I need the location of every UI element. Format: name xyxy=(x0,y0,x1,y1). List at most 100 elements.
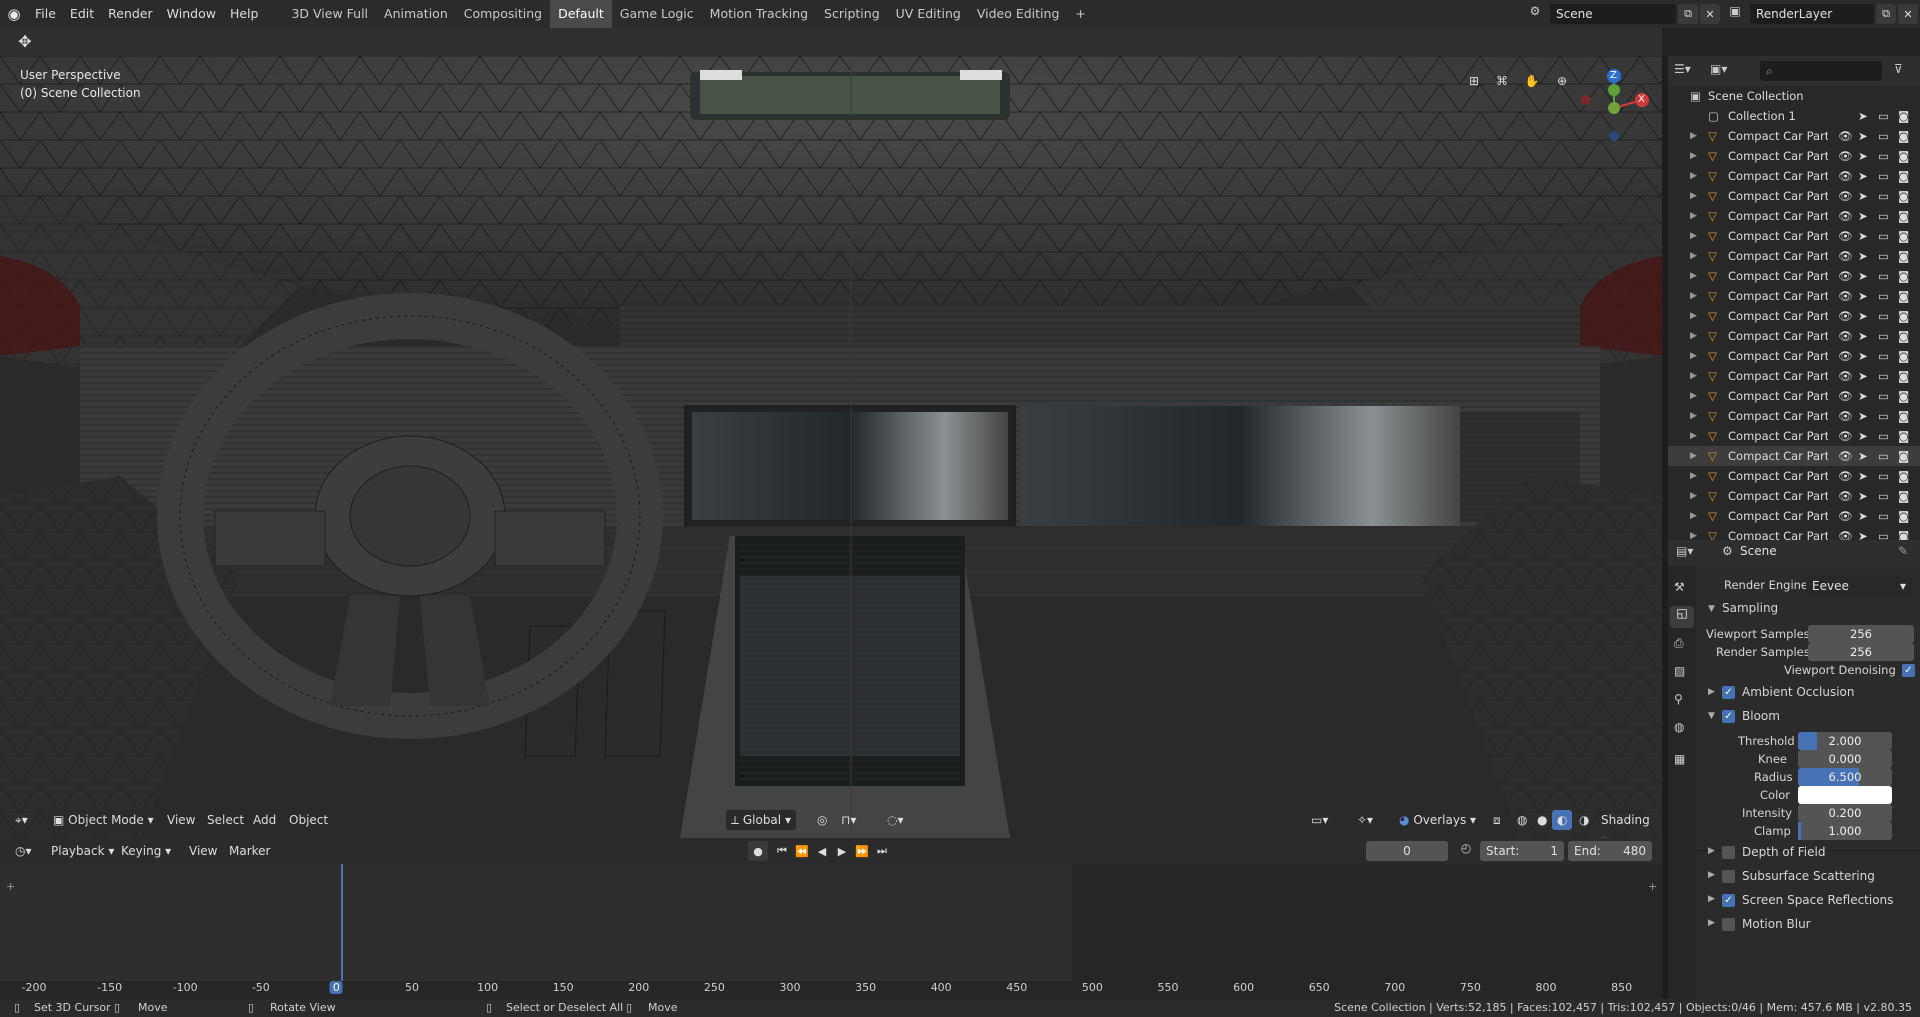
screen-space-reflections-section[interactable]: Screen Space Reflections xyxy=(1742,893,1893,907)
expand-arrow-icon[interactable]: ▶ xyxy=(1690,326,1697,346)
playhead-line[interactable] xyxy=(341,864,343,981)
viewport-display-icon[interactable]: ▭ xyxy=(1878,246,1889,266)
visibility-eye-icon[interactable]: 👁 xyxy=(1838,386,1853,406)
visibility-eye-icon[interactable]: 👁 xyxy=(1838,206,1853,226)
outliner-item[interactable]: ▶ ▽ Compact Car Part.0 👁➤ ▭ ◙ xyxy=(1668,346,1920,366)
select-arrow-icon[interactable]: ➤ xyxy=(1858,306,1868,326)
bloom-expand-icon[interactable]: ▼ xyxy=(1708,711,1715,721)
viewport-menu-add[interactable]: Add xyxy=(248,810,281,830)
viewport-display-icon[interactable]: ▭ xyxy=(1878,346,1889,366)
expand-arrow-icon[interactable]: ▶ xyxy=(1690,146,1697,166)
render-camera-icon[interactable]: ◙ xyxy=(1898,186,1909,206)
render-camera-icon[interactable]: ◙ xyxy=(1898,326,1909,346)
output-tab-icon[interactable]: ⎙ xyxy=(1674,636,1684,651)
viewport-display-icon[interactable]: ▭ xyxy=(1878,186,1889,206)
outliner-item[interactable]: ▶ ▽ Compact Car Part.0 👁➤ ▭ ◙ xyxy=(1668,186,1920,206)
tab-motion-tracking[interactable]: Motion Tracking xyxy=(702,0,816,28)
expand-arrow-icon[interactable]: ▶ xyxy=(1690,466,1697,486)
dof-expand-icon[interactable]: ▶ xyxy=(1708,846,1715,856)
motion-blur-section[interactable]: Motion Blur xyxy=(1742,917,1811,931)
ambient-occlusion-section[interactable]: Ambient Occlusion xyxy=(1742,685,1854,699)
render-tab-icon[interactable]: ◱ xyxy=(1670,606,1694,628)
add-workspace-button[interactable]: + xyxy=(1067,0,1093,28)
select-arrow-icon[interactable]: ➤ xyxy=(1858,166,1868,186)
outliner-item[interactable]: ▶ ▽ Compact Car Part.0 👁➤ ▭ ◙ xyxy=(1668,446,1920,466)
properties-editor-icon[interactable]: ▤▾ xyxy=(1676,544,1693,558)
move-tool-icon[interactable]: ✥ xyxy=(14,32,36,52)
outliner-item[interactable]: ▶ ▽ Compact Car Part.0 👁➤ ▭ ◙ xyxy=(1668,306,1920,326)
outliner-item[interactable]: ▶ ▽ Compact Car Part.0 👁➤ ▭ ◙ xyxy=(1668,206,1920,226)
3d-viewport[interactable]: User Perspective (0) Scene Collection ⊞ … xyxy=(0,56,1662,838)
visibility-eye-icon[interactable]: 👁 xyxy=(1838,126,1853,146)
visibility-eye-icon[interactable]: 👁 xyxy=(1838,186,1853,206)
render-camera-icon[interactable]: ◙ xyxy=(1898,206,1909,226)
viewport-display-icon[interactable]: ▭ xyxy=(1878,126,1889,146)
view-object-types-icon[interactable]: ▭▾ xyxy=(1306,810,1333,830)
motion-blur-checkbox[interactable] xyxy=(1722,918,1735,931)
grid-view-icon[interactable]: ⊞ xyxy=(1464,74,1484,94)
copy-scene-icon[interactable]: ⧉ xyxy=(1678,4,1698,24)
bloom-section[interactable]: Bloom xyxy=(1742,709,1780,723)
select-arrow-icon[interactable]: ➤ xyxy=(1858,106,1868,126)
ssr-expand-icon[interactable]: ▶ xyxy=(1708,894,1715,904)
outliner-search-input[interactable]: ⌕ xyxy=(1760,61,1882,81)
view-layer-tab-icon[interactable]: ▨ xyxy=(1674,664,1685,678)
viewport-display-icon[interactable]: ▭ xyxy=(1878,326,1889,346)
tab-compositing[interactable]: Compositing xyxy=(456,0,550,28)
outliner-item[interactable]: ▶ ▽ Compact Car Part.0 👁➤ ▭ ◙ xyxy=(1668,226,1920,246)
select-arrow-icon[interactable]: ➤ xyxy=(1858,326,1868,346)
visibility-eye-icon[interactable]: 👁 xyxy=(1838,506,1853,526)
viewport-display-icon[interactable]: ▭ xyxy=(1878,306,1889,326)
outliner-editor-icon[interactable]: ☰▾ xyxy=(1674,62,1691,76)
outliner-item[interactable]: ▶ ▽ Compact Car Part.0 👁➤ ▭ ◙ xyxy=(1668,326,1920,346)
render-camera-icon[interactable]: ◙ xyxy=(1898,446,1909,466)
outliner-item[interactable]: ▶ ▽ Compact Car Part.0 👁➤ ▭ ◙ xyxy=(1668,406,1920,426)
render-layer-icon[interactable]: ▣ xyxy=(1724,4,1746,24)
select-arrow-icon[interactable]: ➤ xyxy=(1858,266,1868,286)
proportional-edit-icon[interactable]: ◌▾ xyxy=(882,810,909,830)
viewport-display-icon[interactable]: ▭ xyxy=(1878,506,1889,526)
tab-animation[interactable]: Animation xyxy=(376,0,456,28)
expand-arrow-icon[interactable]: ▶ xyxy=(1690,166,1697,186)
menu-window[interactable]: Window xyxy=(160,0,223,28)
visibility-eye-icon[interactable]: 👁 xyxy=(1838,246,1853,266)
expand-arrow-icon[interactable]: ▶ xyxy=(1690,426,1697,446)
rendered-shading-icon[interactable]: ◑ xyxy=(1574,810,1594,830)
timeline-add-icon[interactable]: + xyxy=(6,880,15,893)
keying-menu[interactable]: Keying ▾ xyxy=(116,841,176,861)
viewport-display-icon[interactable]: ▭ xyxy=(1878,466,1889,486)
render-samples-field[interactable]: 256 xyxy=(1808,643,1914,661)
timeline-add-right-icon[interactable]: + xyxy=(1648,880,1657,893)
marker-menu[interactable]: Marker xyxy=(224,841,275,861)
current-frame-field[interactable]: 0 xyxy=(1366,841,1448,861)
tab-default[interactable]: Default xyxy=(550,0,612,28)
select-arrow-icon[interactable]: ➤ xyxy=(1858,146,1868,166)
camera-view-icon[interactable]: ⌘ xyxy=(1492,74,1512,94)
menu-edit[interactable]: Edit xyxy=(63,0,101,28)
render-camera-icon[interactable]: ◙ xyxy=(1898,106,1909,126)
expand-arrow-icon[interactable]: ▶ xyxy=(1690,306,1697,326)
playback-menu[interactable]: Playback ▾ xyxy=(46,841,119,861)
expand-arrow-icon[interactable]: ▶ xyxy=(1690,366,1697,386)
outliner-item[interactable]: ▶ ▽ Compact Car Part.0 👁➤ ▭ ◙ xyxy=(1668,286,1920,306)
expand-arrow-icon[interactable]: ▶ xyxy=(1690,226,1697,246)
visibility-eye-icon[interactable]: 👁 xyxy=(1838,486,1853,506)
copy-layer-icon[interactable]: ⧉ xyxy=(1876,4,1896,24)
select-arrow-icon[interactable]: ➤ xyxy=(1858,126,1868,146)
menu-render[interactable]: Render xyxy=(101,0,160,28)
expand-arrow-icon[interactable]: ▶ xyxy=(1690,266,1697,286)
visibility-eye-icon[interactable]: 👁 xyxy=(1838,266,1853,286)
timeline-editor-icon[interactable]: ◷▾ xyxy=(10,841,37,861)
knee-slider[interactable]: 0.000 xyxy=(1798,750,1892,768)
viewport-display-icon[interactable]: ▭ xyxy=(1878,486,1889,506)
tab-uv-editing[interactable]: UV Editing xyxy=(888,0,969,28)
object-mode-dropdown[interactable]: ▣ Object Mode ▾ xyxy=(48,810,159,830)
render-camera-icon[interactable]: ◙ xyxy=(1898,406,1909,426)
render-camera-icon[interactable]: ◙ xyxy=(1898,466,1909,486)
tab-scripting[interactable]: Scripting xyxy=(816,0,888,28)
visibility-eye-icon[interactable]: 👁 xyxy=(1838,306,1853,326)
viewport-display-icon[interactable]: ▭ xyxy=(1878,226,1889,246)
wireframe-shading-icon[interactable]: ◍ xyxy=(1512,810,1532,830)
subsurface-scattering-checkbox[interactable] xyxy=(1722,870,1735,883)
select-arrow-icon[interactable]: ➤ xyxy=(1858,446,1868,466)
